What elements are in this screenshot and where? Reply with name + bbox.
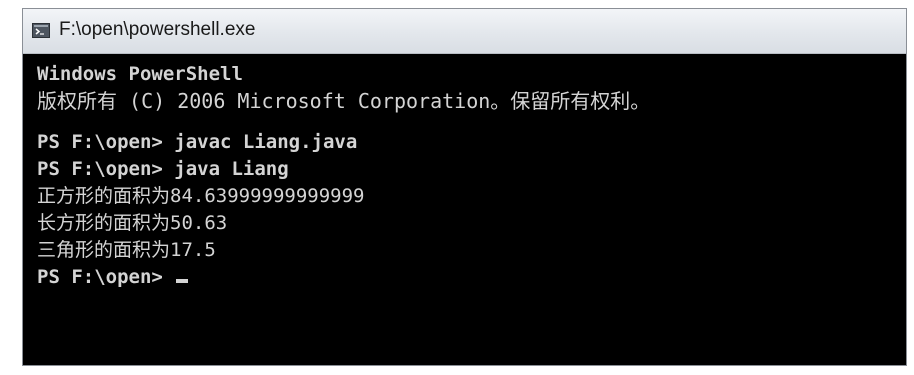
- console-line-header: Windows PowerShell: [37, 63, 243, 85]
- console-line-square-area: 正方形的面积为84.63999999999999: [37, 185, 365, 207]
- prompt-text: PS F:\open>: [37, 266, 175, 288]
- console-line-command-java: PS F:\open> java Liang: [37, 158, 289, 180]
- console-line-prompt[interactable]: PS F:\open>: [37, 264, 906, 291]
- console-line-rectangle-area: 长方形的面积为50.63: [37, 212, 228, 234]
- title-bar[interactable]: F:\open\powershell.exe: [23, 9, 906, 54]
- window-title: F:\open\powershell.exe: [59, 19, 256, 40]
- console-line-triangle-area: 三角形的面积为17.5: [37, 239, 216, 261]
- console-line-command-javac: PS F:\open> javac Liang.java: [37, 131, 358, 153]
- powershell-icon: [32, 23, 50, 38]
- console-line-copyright: 版权所有 (C) 2006 Microsoft Corporation。保留所有…: [37, 89, 651, 113]
- console-output[interactable]: Windows PowerShell 版权所有 (C) 2006 Microso…: [23, 54, 906, 365]
- powershell-window: F:\open\powershell.exe Windows PowerShel…: [22, 8, 907, 366]
- text-cursor: [176, 279, 189, 283]
